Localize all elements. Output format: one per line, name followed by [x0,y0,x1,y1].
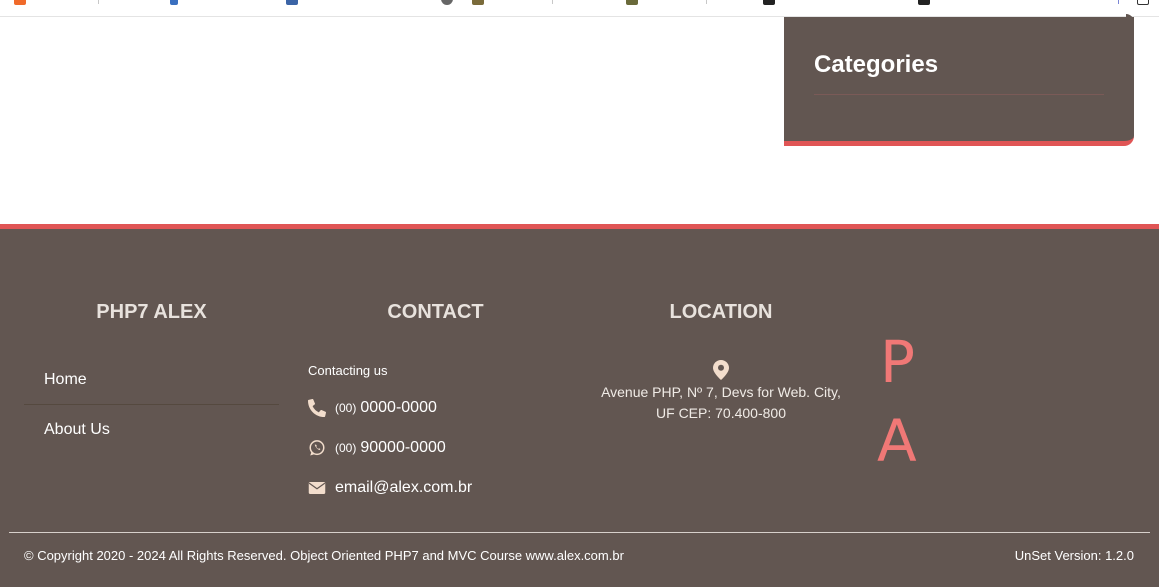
bookmark-separator [1118,0,1119,4]
decorative-letter-a: A [877,407,917,475]
bookmark-icon[interactable] [286,0,298,5]
bookmark-separator [706,0,707,4]
contact-phone[interactable]: (00) 0000-0000 [308,399,437,417]
bookmark-icon[interactable] [472,0,484,5]
footer: PHP7 ALEX CONTACT LOCATION Home About Us… [0,224,1159,587]
email-address: email@alex.com.br [335,479,473,496]
bookmark-icon[interactable] [918,0,930,5]
footer-contact-title: CONTACT [387,301,484,323]
phone-icon [308,399,326,417]
footer-menu-home[interactable]: Home [24,356,279,405]
bookmark-icon[interactable] [626,0,638,5]
version-text: UnSet Version: 1.2.0 [1014,548,1134,563]
footer-location-title: LOCATION [669,301,773,323]
map-pin-icon [713,360,729,380]
decorative-letter-p: P [880,328,915,396]
bookmark-separator [552,0,553,4]
categories-divider [814,94,1104,95]
contact-email[interactable]: email@alex.com.br [308,479,472,497]
bookmark-separator [98,0,99,4]
bookmark-icon[interactable] [14,0,26,5]
contact-whatsapp[interactable]: (00) 90000-0000 [308,439,446,457]
bookmark-icon[interactable] [170,0,178,5]
footer-brand-title: PHP7 ALEX [96,301,207,323]
contact-intro: Contacting us [308,363,388,378]
copyright-text: © Copyright 2020 - 2024 All Rights Reser… [24,548,624,563]
whatsapp-number: 90000-0000 [360,439,446,456]
bookmark-icon[interactable] [441,0,453,5]
bookmark-icon[interactable] [763,0,775,5]
envelope-icon [308,482,326,494]
bookmarks-bar [0,0,1159,17]
categories-widget: Categories [784,14,1134,146]
whatsapp-area-code: (00) [335,441,357,455]
footer-menu-about-us[interactable]: About Us [24,405,279,454]
phone-number: 0000-0000 [360,399,437,416]
address-line-2: UF CEP: 70.400-800 [656,405,786,421]
whatsapp-icon [309,440,325,456]
categories-title: Categories [814,51,939,78]
bookmark-icon[interactable] [1137,0,1149,5]
address-line-1: Avenue PHP, Nº 7, Devs for Web. City, [601,384,841,400]
location-address: Avenue PHP, Nº 7, Devs for Web. City, UF… [592,382,850,424]
footer-divider [9,532,1150,533]
phone-area-code: (00) [335,401,357,415]
